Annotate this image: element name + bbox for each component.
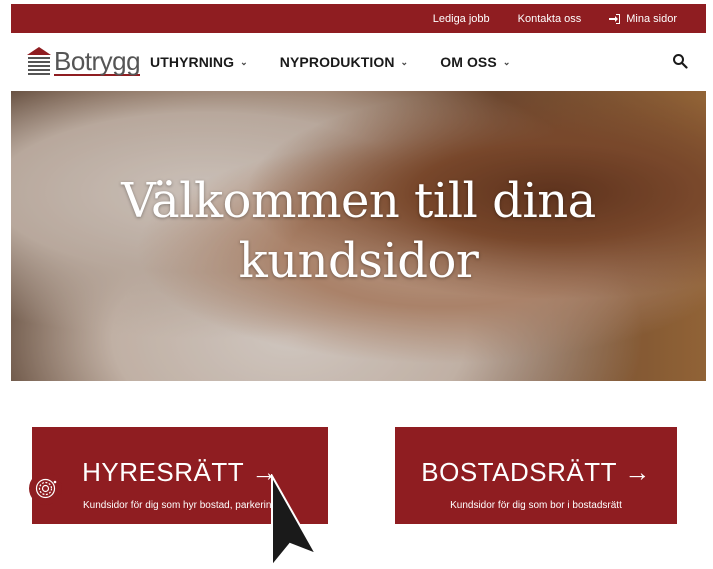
hero-title: Välkommen till dina kundsidor xyxy=(11,171,706,291)
logo[interactable]: Botrygg xyxy=(26,46,141,76)
lediga-jobb-link[interactable]: Lediga jobb xyxy=(433,13,490,25)
accessibility-icon xyxy=(35,478,57,499)
hero-title-line-1: Välkommen till dina xyxy=(121,173,596,229)
search-icon[interactable] xyxy=(672,53,688,69)
bostadsratt-title: BOSTADSRÄTT → xyxy=(421,457,651,487)
nav-item-label: OM OSS xyxy=(440,54,497,70)
nav-item-om-oss[interactable]: OM OSS ⌄ xyxy=(440,54,510,70)
hero-banner: Välkommen till dina kundsidor xyxy=(11,91,706,381)
top-bar: Lediga jobb Kontakta oss Mina sidor xyxy=(11,4,706,33)
house-logo-icon xyxy=(27,47,51,75)
top-links: Lediga jobb Kontakta oss Mina sidor xyxy=(433,4,677,33)
hero-title-line-2: kundsidor xyxy=(238,233,479,289)
logo-text: Botrygg xyxy=(54,46,141,76)
main-nav: UTHYRNING ⌄ NYPRODUKTION ⌄ OM OSS ⌄ xyxy=(150,33,510,91)
accessibility-badge[interactable] xyxy=(29,472,62,505)
cursor-arrow-icon xyxy=(271,474,319,569)
nav-item-uthyrning[interactable]: UTHYRNING ⌄ xyxy=(150,54,248,70)
nav-item-label: UTHYRNING xyxy=(150,54,235,70)
bostadsratt-subtitle: Kundsidor för dig som bor i bostadsrätt xyxy=(450,500,622,511)
chevron-down-icon: ⌄ xyxy=(502,56,511,67)
mina-sidor-label: Mina sidor xyxy=(626,12,677,25)
site-header: Botrygg UTHYRNING ⌄ NYPRODUKTION ⌄ OM OS… xyxy=(11,33,706,91)
bostadsratt-card[interactable]: BOSTADSRÄTT → Kundsidor för dig som bor … xyxy=(395,427,677,524)
login-icon xyxy=(609,13,621,24)
nav-item-nyproduktion[interactable]: NYPRODUKTION ⌄ xyxy=(280,54,408,70)
chevron-down-icon: ⌄ xyxy=(240,56,248,67)
nav-item-label: NYPRODUKTION xyxy=(279,54,395,70)
chevron-down-icon: ⌄ xyxy=(400,56,409,67)
kontakta-oss-link[interactable]: Kontakta oss xyxy=(518,13,582,25)
mina-sidor-link[interactable]: Mina sidor xyxy=(609,13,677,25)
